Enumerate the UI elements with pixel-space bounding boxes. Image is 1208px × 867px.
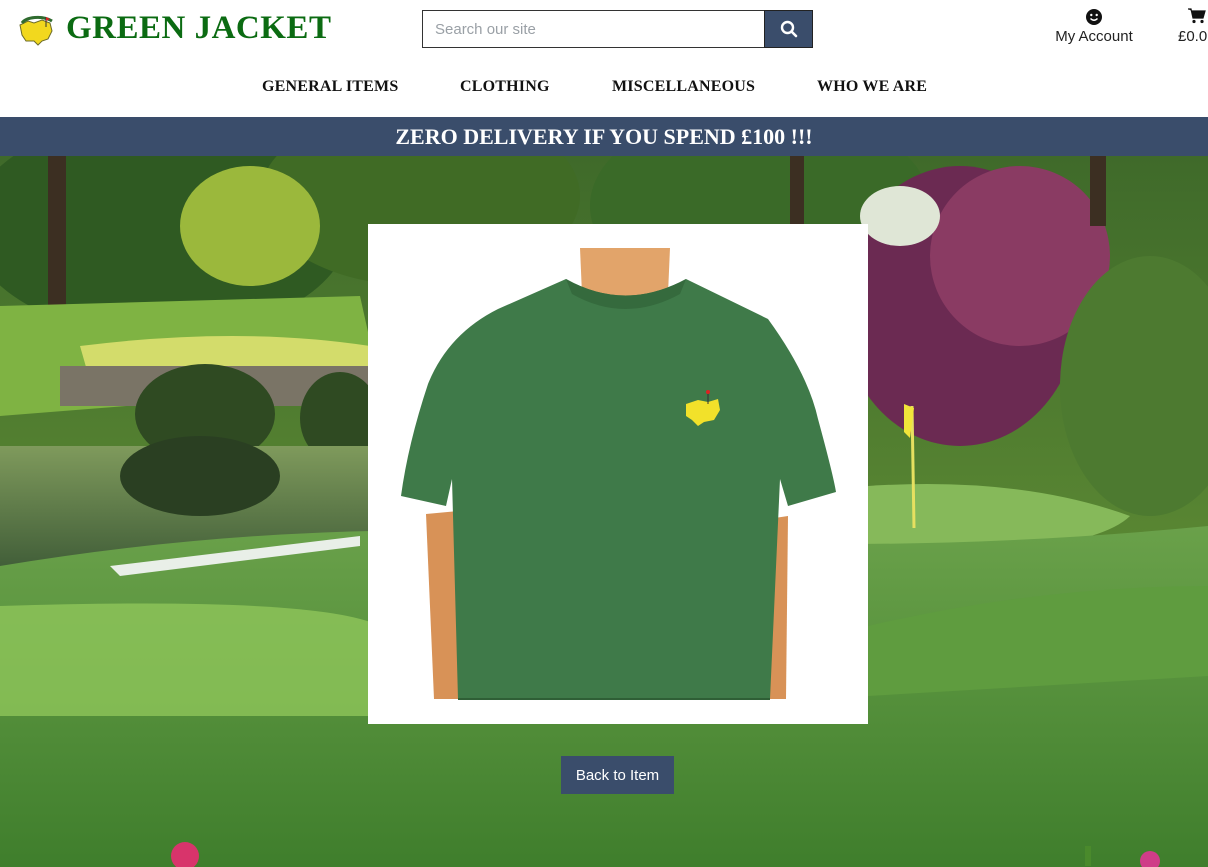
main-nav: GENERAL ITEMS CLOTHING MISCELLANEOUS WHO… (0, 78, 1208, 100)
back-to-item-button[interactable]: Back to Item (561, 756, 674, 794)
nav-item-who-we-are[interactable]: WHO WE ARE (817, 78, 927, 96)
search-icon (780, 20, 797, 38)
nav-item-general-items[interactable]: GENERAL ITEMS (262, 78, 398, 96)
green-tshirt-image (401, 248, 836, 700)
product-image (368, 224, 868, 724)
nav-item-clothing[interactable]: CLOTHING (460, 78, 550, 96)
site-header: GREEN JACKET My Account (0, 0, 1208, 117)
masters-logo-icon (19, 15, 53, 46)
hero-background: Back to Item (0, 156, 1208, 867)
site-logo[interactable]: GREEN JACKET (16, 10, 331, 47)
search-bar (422, 10, 813, 48)
nav-item-miscellaneous[interactable]: MISCELLANEOUS (612, 78, 755, 96)
smiley-icon (1086, 9, 1102, 25)
delivery-banner: ZERO DELIVERY IF YOU SPEND £100 !!! (0, 117, 1208, 156)
cart-total: £0.0 (1178, 28, 1208, 45)
search-button[interactable] (764, 10, 813, 48)
search-input[interactable] (422, 10, 764, 48)
cart-icon (1188, 8, 1206, 24)
my-account-label: My Account (1055, 28, 1133, 45)
brand-name: GREEN JACKET (66, 10, 332, 46)
cart-link[interactable]: £0.0 (1178, 8, 1208, 45)
my-account-link[interactable]: My Account (1050, 8, 1138, 45)
